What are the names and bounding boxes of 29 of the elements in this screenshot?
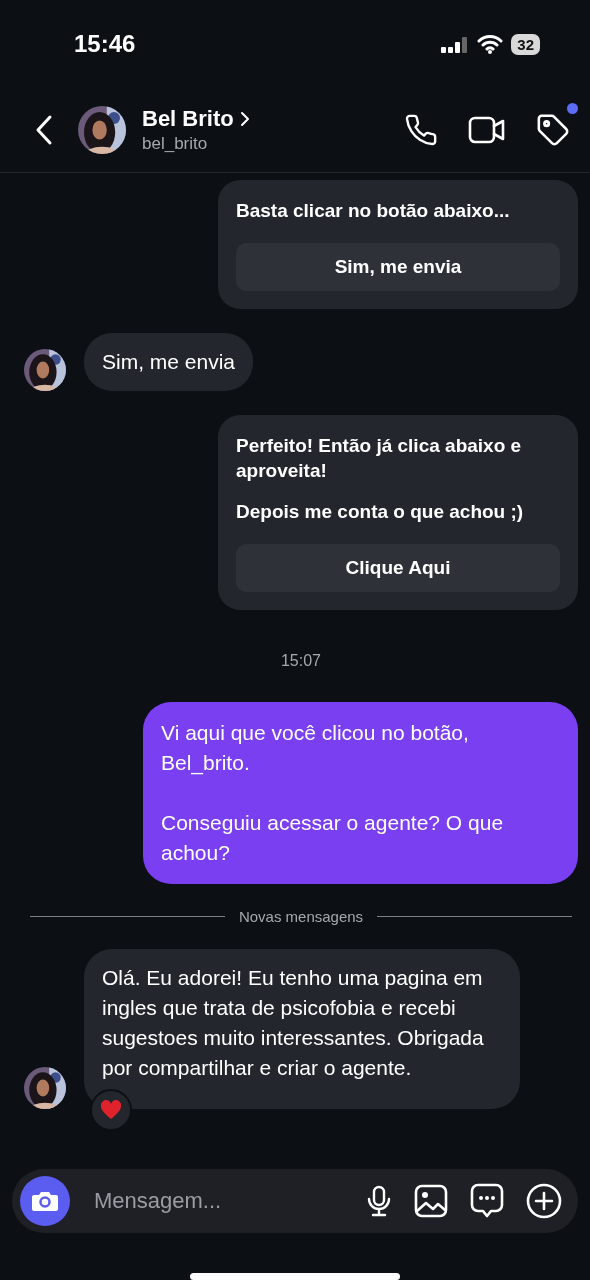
message-text: Vi aqui que você clicou no botão, Bel_brito.	[161, 720, 470, 777]
phone-icon[interactable]	[404, 113, 438, 147]
new-messages-label: Novas mensagens	[238, 908, 364, 925]
battery-level: 32	[511, 33, 540, 55]
contact-name[interactable]: Bel Brito	[142, 106, 234, 132]
message-text: Depois me conta o que achou ;)	[236, 500, 525, 524]
message-input[interactable]: Mensagem...	[92, 1187, 344, 1215]
wifi-icon	[477, 34, 504, 54]
reply-button[interactable]: Sim, me envia	[236, 243, 560, 291]
chevron-icon	[239, 111, 250, 127]
message-text: Conseguiu acessar o agente? O que achou?	[161, 810, 505, 866]
message-bubble: Olá. Eu adorei! Eu tenho uma pagina em ingles que trata de psicofobia e recebi sugestoes muito interessantes. Obrigada por compartilhar e criar o agente.	[84, 949, 520, 1109]
message-text: Basta clicar no botão abaixo...	[236, 199, 511, 223]
camera-button[interactable]	[20, 1176, 70, 1226]
microphone-icon[interactable]	[366, 1185, 392, 1217]
contact-username: bel_brito	[142, 134, 209, 154]
message-text: Perfeito! Então já clica abaixo e aproveita!	[236, 434, 523, 483]
chat-bubble-icon[interactable]	[470, 1183, 504, 1219]
image-icon[interactable]	[414, 1184, 448, 1218]
message-bubble: Sim, me envia	[84, 333, 254, 391]
timestamp: 15:07	[280, 652, 321, 670]
video-camera-icon[interactable]	[468, 115, 506, 145]
back-button[interactable]	[34, 114, 54, 146]
add-icon[interactable]	[526, 1183, 562, 1219]
status-time: 15:46	[74, 30, 136, 58]
camera-icon	[31, 1189, 59, 1213]
tag-icon[interactable]	[536, 113, 570, 147]
signal-icon	[441, 35, 470, 53]
reply-button[interactable]: Clique Aqui	[236, 544, 560, 592]
